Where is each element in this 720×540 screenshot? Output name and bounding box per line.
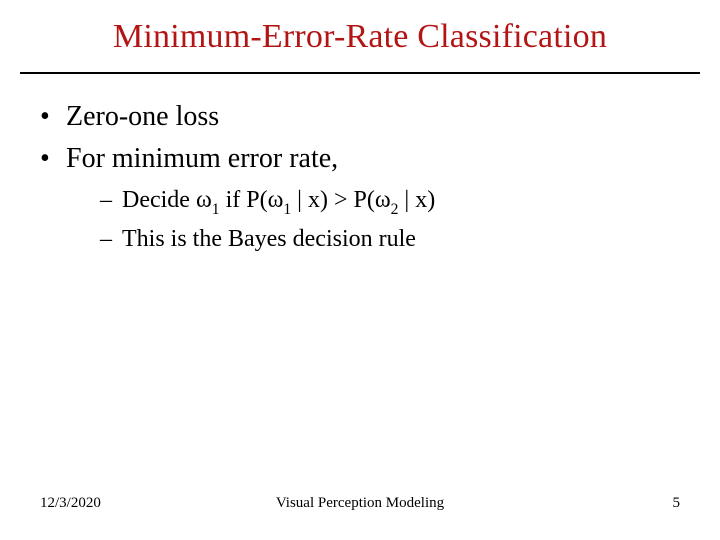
omega-symbol: ω bbox=[375, 187, 391, 213]
slide-title: Minimum-Error-Rate Classification bbox=[0, 0, 720, 66]
sub-bullet-list: Decide ω1 if P(ω1 | x) > P(ω2 | x) This … bbox=[66, 184, 690, 257]
subscript: 1 bbox=[283, 201, 291, 218]
bullet-text: For minimum error rate, bbox=[66, 143, 338, 174]
bullet-item: Zero-one loss bbox=[36, 98, 690, 136]
slide-footer: 12/3/2020 Visual Perception Modeling 5 bbox=[0, 495, 720, 512]
footer-title: Visual Perception Modeling bbox=[276, 495, 444, 512]
sub-bullet-text: | x) bbox=[398, 187, 435, 213]
bullet-text: Zero-one loss bbox=[66, 101, 219, 132]
omega-symbol: ω bbox=[196, 187, 212, 213]
slide: Minimum-Error-Rate Classification Zero-o… bbox=[0, 0, 720, 540]
subscript: 2 bbox=[391, 201, 399, 218]
title-underline bbox=[20, 72, 700, 74]
omega-symbol: ω bbox=[268, 187, 284, 213]
slide-body: Zero-one loss For minimum error rate, De… bbox=[0, 98, 720, 257]
sub-bullet-item: This is the Bayes decision rule bbox=[100, 223, 690, 257]
sub-bullet-text: if P( bbox=[220, 187, 268, 213]
sub-bullet-text: | x) > P( bbox=[291, 187, 375, 213]
subscript: 1 bbox=[212, 201, 220, 218]
sub-bullet-text: Decide bbox=[122, 187, 196, 213]
sub-bullet-item: Decide ω1 if P(ω1 | x) > P(ω2 | x) bbox=[100, 184, 690, 220]
bullet-list: Zero-one loss For minimum error rate, De… bbox=[36, 98, 690, 257]
footer-page-number: 5 bbox=[673, 495, 681, 512]
bullet-item: For minimum error rate, Decide ω1 if P(ω… bbox=[36, 140, 690, 257]
footer-date: 12/3/2020 bbox=[40, 495, 101, 512]
sub-bullet-text: This is the Bayes decision rule bbox=[122, 226, 416, 252]
